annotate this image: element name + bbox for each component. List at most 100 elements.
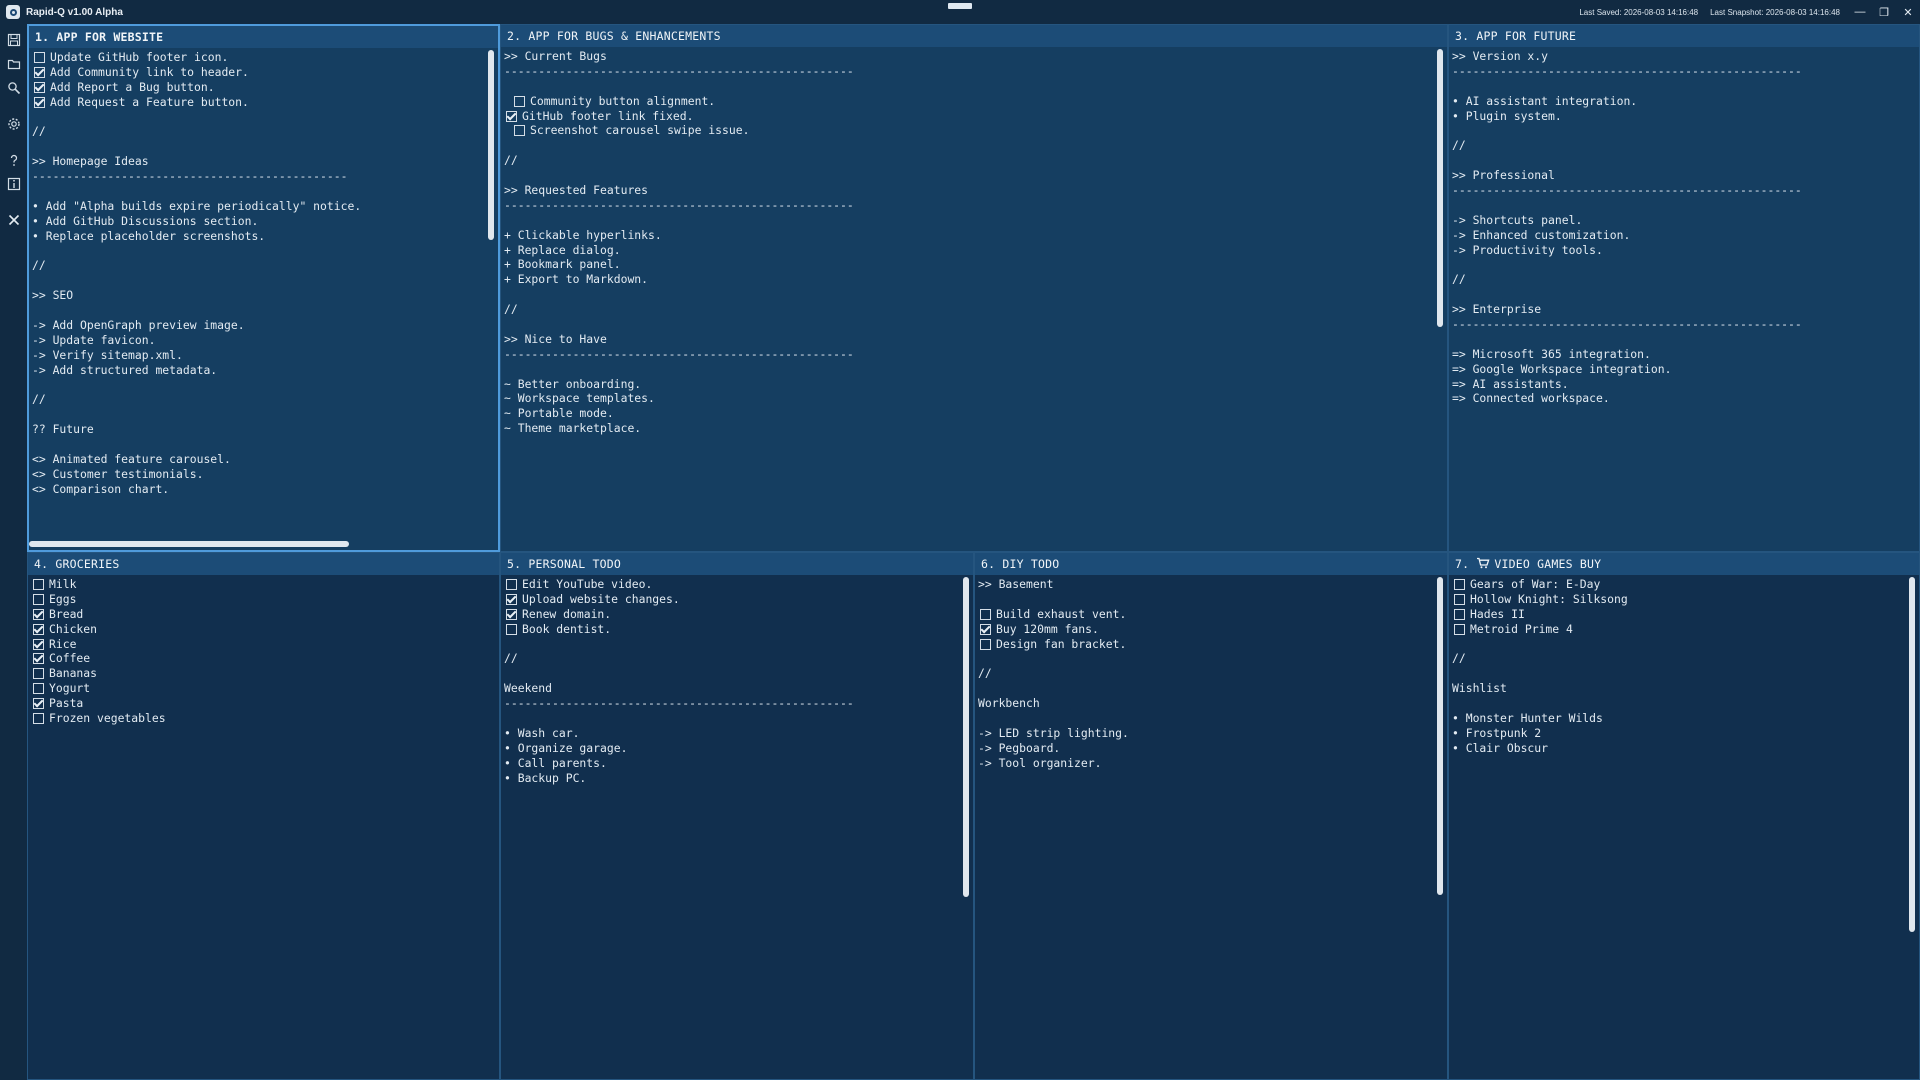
line-text: Coffee [49,651,91,666]
close-window-button[interactable]: ✕ [1896,0,1920,24]
checkbox-checked[interactable] [980,623,991,635]
save-button[interactable] [0,28,27,52]
line-text: • Monster Hunter Wilds [1452,711,1603,726]
text-line [504,666,973,681]
panel-title-text: VIDEO GAMES BUY [1494,557,1602,571]
settings-button[interactable] [0,112,27,136]
checkbox-unchecked[interactable] [514,95,525,107]
line-text: <> Comparison chart. [32,481,170,496]
panel-bugs-enhancements[interactable]: 2. APP FOR BUGS & ENHANCEMENTS >> Curren… [500,24,1448,552]
checkbox-checked[interactable] [33,623,44,635]
text-line: • Plugin system. [1452,109,1919,124]
line-text: // [504,651,518,666]
vertical-scrollbar[interactable] [488,50,494,240]
checkbox-unchecked[interactable] [980,608,991,620]
line-text: >> Professional [1452,168,1555,183]
exit-button[interactable] [0,208,27,232]
checkbox-checked[interactable] [34,81,45,93]
checkbox-unchecked[interactable] [33,593,44,605]
panel-diy-todo[interactable]: 6. DIY TODO >> Basement Build exhaust ven… [974,552,1448,1080]
vertical-scrollbar[interactable] [1437,577,1443,895]
text-line: + Clickable hyperlinks. [504,228,1447,243]
line-text: ----------------------------------------… [1452,183,1802,198]
checkbox-checked[interactable] [34,96,45,108]
text-line: -> Shortcuts panel. [1452,213,1919,228]
line-text: + Clickable hyperlinks. [504,227,662,242]
sidebar [0,24,27,1080]
text-line [504,637,973,652]
checkbox-unchecked[interactable] [34,51,45,63]
text-line [504,362,1447,377]
text-line [504,213,1447,228]
checkbox-checked[interactable] [506,110,517,122]
info-button[interactable] [0,172,27,196]
line-text: Metroid Prime 4 [1470,621,1573,636]
checkbox-checked[interactable] [34,66,45,78]
checkbox-unchecked[interactable] [1454,593,1465,605]
panel-body[interactable]: >> Version x.y --------------------------… [1449,47,1919,406]
line-text: ----------------------------------------… [32,169,348,184]
line-text: ----------------------------------------… [1452,317,1802,332]
line-text: • Backup PC. [504,770,587,785]
panel-body[interactable]: Edit YouTube video. Upload website change… [501,575,973,785]
text-line: >> Professional [1452,168,1919,183]
text-line: -> Update favicon. [32,333,498,348]
panel-app-for-website[interactable]: 1. APP FOR WEBSITE Update GitHub footer … [27,24,500,552]
line-text: Upload website changes. [522,591,680,606]
checkbox-unchecked[interactable] [980,638,991,650]
panel-groceries[interactable]: 4. GROCERIES Milk Eggs Bread Chicken Rice Cof… [27,552,500,1080]
help-button[interactable] [0,148,27,172]
gear-icon [7,118,20,130]
line-text: -> Enhanced customization. [1452,227,1631,242]
text-line: ----------------------------------------… [504,198,1447,213]
text-line: <> Animated feature carousel. [32,452,498,467]
vertical-scrollbar[interactable] [1437,49,1443,327]
line-text: Add Report a Bug button. [50,79,215,94]
checkbox-checked[interactable] [33,698,44,710]
line-text: Wishlist [1452,681,1507,696]
checkbox-checked[interactable] [506,608,517,620]
line-text: • Call parents. [504,755,607,770]
panel-app-for-future[interactable]: 3. APP FOR FUTURE >> Version x.y --------… [1448,24,1920,552]
line-text: <> Animated feature carousel. [32,452,231,467]
line-text: // [978,666,992,681]
checkbox-checked[interactable] [506,593,517,605]
panel-body[interactable]: Milk Eggs Bread Chicken Rice Coffee Bananas Yog… [28,575,499,726]
checkbox-unchecked[interactable] [1454,623,1465,635]
checkbox-unchecked[interactable] [1454,578,1465,590]
search-button[interactable] [0,76,27,100]
checkbox-unchecked[interactable] [1454,608,1465,620]
checkbox-unchecked[interactable] [506,578,517,590]
checkbox-checked[interactable] [33,638,44,650]
checkbox-unchecked[interactable] [506,623,517,635]
open-folder-button[interactable] [0,52,27,76]
drag-handle[interactable] [948,3,972,9]
checkbox-unchecked[interactable] [33,712,44,724]
horizontal-scrollbar[interactable] [29,541,349,547]
panel-body[interactable]: Gears of War: E-Day Hollow Knight: Silkso… [1449,575,1919,756]
panel-body[interactable]: >> Current Bugs -------------------------… [501,47,1447,436]
search-icon [7,82,20,95]
checkbox-unchecked[interactable] [33,668,44,680]
text-line: Workbench [978,696,1447,711]
vertical-scrollbar[interactable] [963,577,969,897]
checkbox-unchecked[interactable] [33,578,44,590]
checkbox-checked[interactable] [33,653,44,665]
panel-personal-todo[interactable]: 5. PERSONAL TODO Edit YouTube video. Uplo… [500,552,974,1080]
text-line: -> Enhanced customization. [1452,228,1919,243]
checkbox-unchecked[interactable] [514,125,525,137]
checkbox-checked[interactable] [33,608,44,620]
checkbox-unchecked[interactable] [33,683,44,695]
panel-body[interactable]: >> Basement Build exhaust vent. Buy 120mm … [975,575,1447,771]
checklist-item: Renew domain. [504,607,973,622]
text-line: -> Pegboard. [978,741,1447,756]
restore-button[interactable]: ❐ [1872,0,1896,24]
text-line: • Replace placeholder screenshots. [32,229,498,244]
info-icon [7,177,20,191]
checklist-item: Pasta [31,696,499,711]
panel-video-games-buy[interactable]: 7. VIDEO GAMES BUY Gears of War: E-Day Ho… [1448,552,1920,1080]
line-text: => Connected workspace. [1452,391,1610,406]
panel-body[interactable]: Update GitHub footer icon. Add Community … [29,48,498,497]
minimize-button[interactable]: — [1848,0,1872,24]
vertical-scrollbar[interactable] [1909,577,1915,932]
